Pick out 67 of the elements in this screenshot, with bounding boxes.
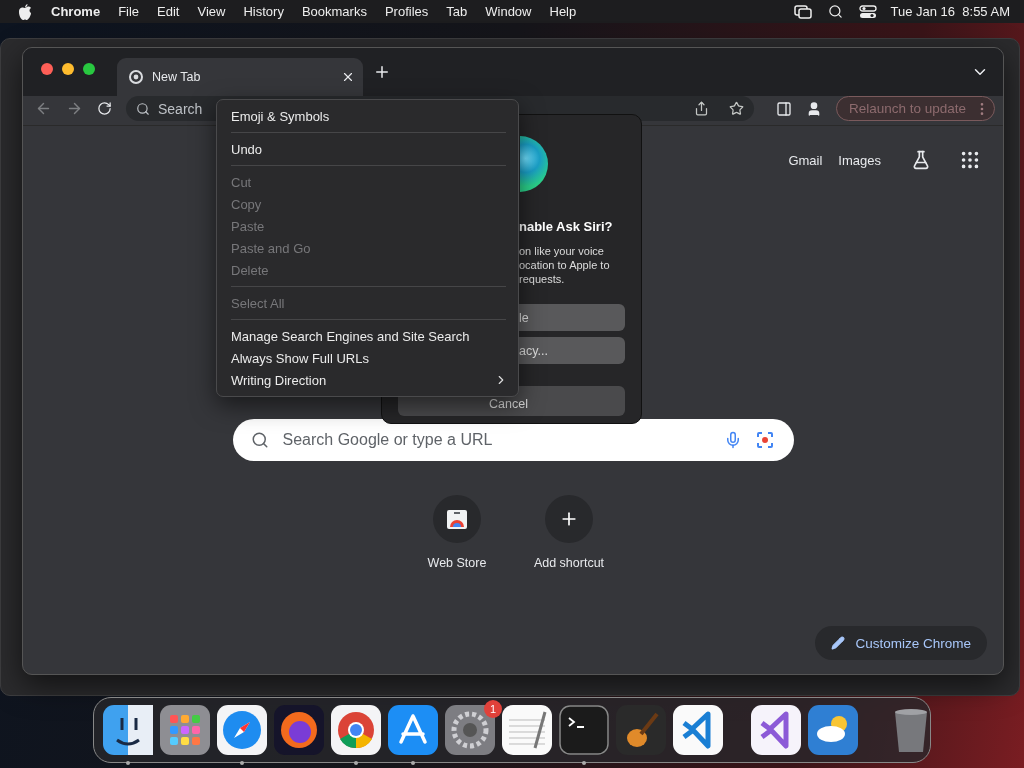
menu-item[interactable]: View [188,4,235,19]
smiling-face-icon[interactable] [102,704,154,756]
screen-mirroring-icon[interactable] [793,4,812,19]
menu-item[interactable]: Window [476,4,541,19]
share-icon[interactable] [693,101,709,116]
gear-icon[interactable] [444,704,496,756]
reload-button[interactable] [97,101,112,116]
menu-item[interactable]: File [109,4,149,19]
dialog-text: on like your voice [519,244,605,258]
compass-icon[interactable] [216,704,268,756]
browser-tab[interactable]: New Tab [117,58,363,96]
search-icon[interactable] [827,4,843,19]
cloud-sun-icon[interactable] [807,704,859,756]
bookmark-star-icon[interactable] [728,101,744,116]
menu-item[interactable]: Bookmarks [292,4,376,19]
app-store-icon[interactable] [387,704,439,756]
shortcut-tile[interactable] [433,495,481,543]
guitar-icon[interactable] [615,704,667,756]
control-center-icon[interactable] [858,4,877,19]
shortcut-label: Add shortcut [533,556,605,570]
shopping-bag-icon [446,508,468,530]
siri-orb-icon [520,136,548,192]
context-menu-item[interactable]: Always Show Full URLs [217,347,518,369]
notification-badge: 1 [484,700,502,718]
browser-logo-icon [129,70,143,84]
apps-grid-icon[interactable] [959,149,981,171]
menu-item[interactable]: Profiles [375,4,438,19]
context-menu-item[interactable]: Emoji & Symbols [217,105,518,127]
notepad-icon[interactable] [501,704,553,756]
search-field[interactable]: Search Google or type a URL [232,419,794,461]
search-icon [136,101,150,116]
browser-logo-icon[interactable] [330,704,382,756]
apple-icon[interactable] [18,3,32,20]
dialog-text: ocation to Apple to [519,258,611,272]
customize-button[interactable]: Customize Chrome [815,626,987,660]
dialog-text: requests. [519,272,566,286]
forward-button[interactable] [66,100,83,117]
minimize-window-button[interactable] [62,63,74,75]
close-tab-button[interactable] [341,70,355,84]
terminal-icon[interactable] [558,704,610,756]
pencil-icon [831,636,846,650]
flask-icon[interactable] [911,150,931,170]
side-panel-button[interactable] [775,100,792,117]
dialog-title: nable Ask Siri? [519,219,614,234]
clock[interactable]: Tue Jan 16 8:55 AM [890,4,1010,19]
shortcut-label: Web Store [427,556,487,570]
tab-title: New Tab [152,70,202,84]
back-button[interactable] [35,100,52,117]
header-link[interactable]: Images [838,152,881,168]
address-placeholder: Search [158,100,203,117]
search-icon [250,431,269,449]
new-tab-button[interactable] [373,63,391,81]
menu-item[interactable]: Help [540,4,586,19]
menu-item[interactable]: History [234,4,293,19]
code-editor-icon[interactable] [672,704,724,756]
menu-item[interactable]: Edit [148,4,189,19]
app-menu[interactable]: Chrome [42,4,110,19]
context-menu-item[interactable]: Manage Search Engines and Site Search [217,325,518,347]
camera-lens-icon[interactable] [755,431,774,449]
context-menu-item[interactable]: Undo [217,138,518,160]
search-placeholder: Search Google or type a URL [282,431,494,449]
shortcut-tile[interactable] [545,495,593,543]
app-grid-icon[interactable] [159,704,211,756]
header-link[interactable]: Gmail [788,152,823,168]
maximize-window-button[interactable] [83,63,95,75]
close-window-button[interactable] [41,63,53,75]
menu-item[interactable]: Tab [437,4,477,19]
